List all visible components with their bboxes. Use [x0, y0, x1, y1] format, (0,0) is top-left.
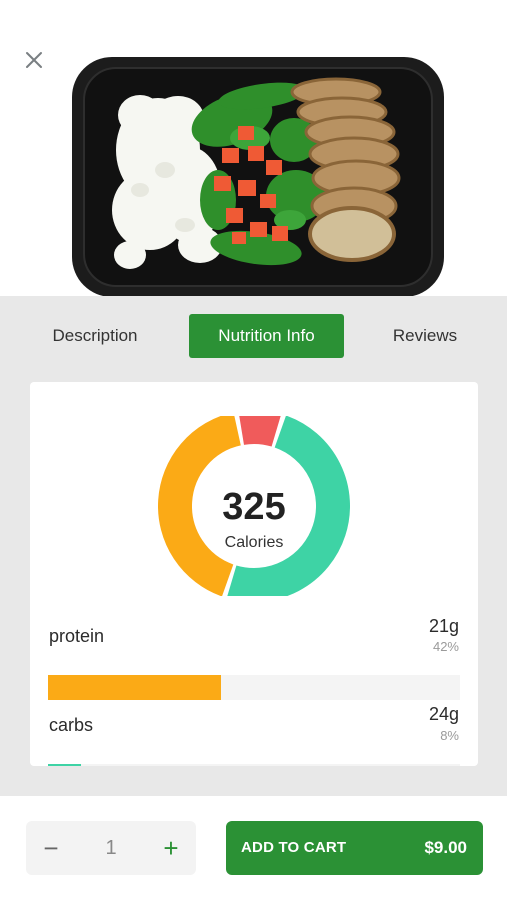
calories-label: Calories: [224, 534, 284, 551]
nutrition-card: 325 Calories protein 21g 42% carbs 24g 8…: [30, 382, 478, 766]
quantity-value: 1: [105, 837, 117, 859]
nutrient-carbs-amount: 24g: [428, 704, 459, 724]
nutrient-protein-bar-fill: [48, 675, 222, 700]
quantity-stepper: − 1 +: [26, 821, 196, 875]
nutrient-carbs-label: carbs: [49, 715, 94, 735]
add-to-cart-label: ADD TO CART: [241, 839, 347, 856]
nutrient-protein-label: protein: [49, 626, 105, 646]
decrease-quantity-button[interactable]: −: [28, 821, 74, 875]
minus-icon: −: [43, 833, 59, 863]
nutrient-carbs-bar: [48, 764, 460, 766]
tab-description[interactable]: Description: [30, 314, 160, 358]
nutrient-protein-bar: [48, 675, 460, 700]
increase-quantity-button[interactable]: +: [148, 821, 194, 875]
tab-reviews[interactable]: Reviews: [365, 314, 485, 358]
add-to-cart-button[interactable]: ADD TO CART $9.00: [226, 821, 483, 875]
tab-bar: Description Nutrition Info Reviews: [0, 314, 507, 358]
donut-segment-carbs: [239, 416, 281, 447]
meal-container-photo: [72, 57, 444, 296]
nutrient-protein-percent: 42%: [432, 639, 459, 654]
nutrient-carbs-bar-fill: [48, 764, 81, 766]
details-panel: Description Nutrition Info Reviews 325 C…: [0, 296, 507, 796]
tab-nutrition-info[interactable]: Nutrition Info: [189, 314, 344, 358]
calories-value: 325: [222, 486, 286, 528]
product-image: [0, 0, 507, 296]
price-label: $9.00: [424, 838, 467, 857]
nutrient-carbs-percent: 8%: [440, 728, 459, 743]
nutrient-protein-amount: 21g: [428, 616, 459, 636]
plus-icon: +: [163, 833, 179, 863]
cart-footer: − 1 + ADD TO CART $9.00: [0, 796, 507, 900]
close-button[interactable]: [22, 48, 46, 72]
close-icon: [26, 52, 42, 68]
